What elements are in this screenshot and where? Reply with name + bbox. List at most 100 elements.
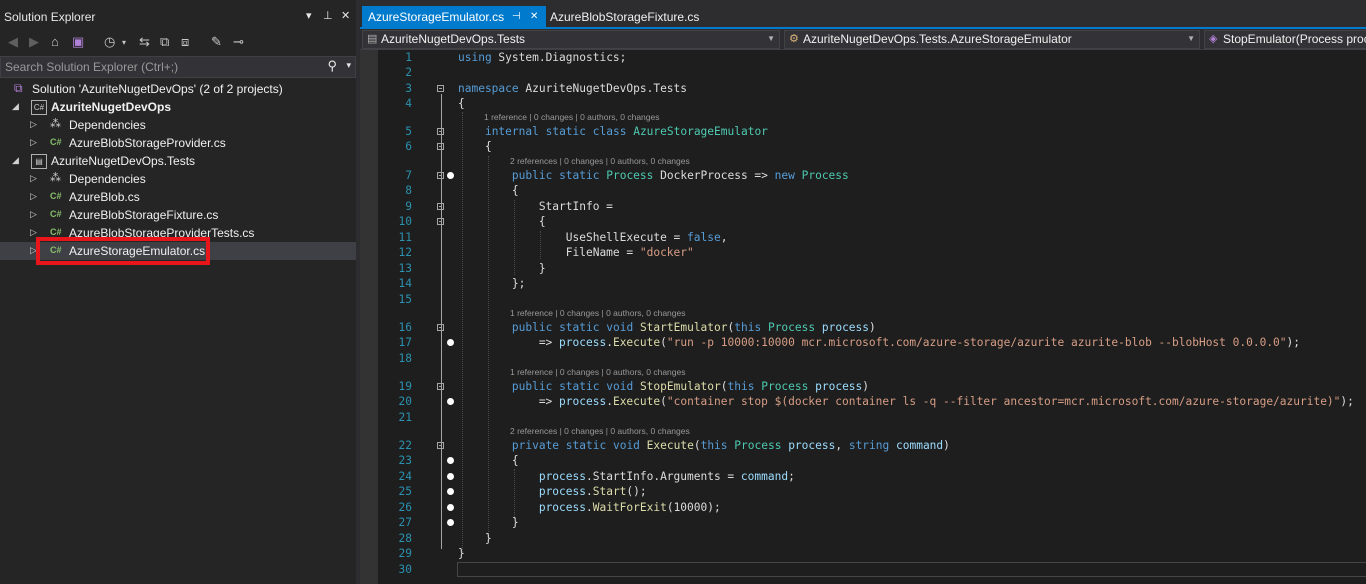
tree-item-label: AzureBlob.cs [69,190,140,204]
collapsed-arrow-icon[interactable]: ▷ [30,137,37,148]
fold-collapse-icon[interactable] [437,172,444,179]
properties-icon[interactable]: ✎ [211,34,222,50]
fold-collapse-icon[interactable] [437,128,444,135]
code-line-29: } [458,547,465,560]
code-line-5: internal static class AzureStorageEmulat… [484,125,768,138]
coverage-dot[interactable] [447,339,454,346]
forward-icon[interactable]: ▶ [29,34,39,50]
switch-views-icon[interactable]: ▣ [72,34,84,50]
tree-item-label: AzureBlobStorageFixture.cs [69,208,219,222]
search-input[interactable] [5,59,325,74]
fold-collapse-icon[interactable] [437,203,444,210]
code-line-6: { [458,140,492,153]
expanded-arrow-icon[interactable]: ◢ [12,101,19,112]
collapsed-arrow-icon[interactable]: ▷ [30,173,37,184]
coverage-dot[interactable] [447,398,454,405]
expanded-arrow-icon[interactable]: ◢ [12,155,19,166]
tree-item-dependencies[interactable]: ▷ ⁂ Dependencies [0,116,356,134]
code-line-17: => process.Execute("run -p 10000:10000 m… [458,336,1301,349]
codelens[interactable]: 2 references | 0 changes | 0 authors, 0 … [510,426,690,437]
coverage-dot[interactable] [447,172,454,179]
line-number: 10 [398,215,412,228]
coverage-dot[interactable] [447,488,454,495]
line-number: 1 [405,51,412,64]
close-icon[interactable]: ✕ [341,9,350,22]
tree-item-label: Dependencies [69,172,146,186]
tree-item-label: AzureBlobStorageProvider.cs [69,136,226,150]
line-number: 16 [398,321,412,334]
code-line-25: process.Start(); [538,485,647,498]
solution-icon: ⧉ [14,81,23,95]
codelens[interactable]: 2 references | 0 changes | 0 authors, 0 … [510,156,690,167]
project-dropdown[interactable]: ▤ AzuriteNugetDevOps.Tests ▼ [362,30,780,49]
tree-item-label: Dependencies [69,118,146,132]
code-line-20: => process.Execute("container stop $(doc… [458,395,1354,408]
line-number: 24 [398,470,412,483]
preview-icon[interactable]: ⊸ [233,34,244,50]
show-all-files-icon[interactable]: ⧈ [181,34,189,50]
search-options-dropdown-icon[interactable]: ▾ [346,60,351,71]
type-dropdown[interactable]: ⚙ AzuriteNugetDevOps.Tests.AzureStorageE… [784,30,1200,49]
coverage-dot[interactable] [447,504,454,511]
coverage-dot[interactable] [447,473,454,480]
fold-collapse-icon[interactable] [437,324,444,331]
tree-item-file[interactable]: ▷ C# AzureBlobStorageFixture.cs [0,206,356,224]
code-editor: AzureStorageEmulator.cs ⊣ ✕ AzureBlobSto… [360,0,1366,584]
codelens[interactable]: 1 reference | 0 changes | 0 authors, 0 c… [484,112,659,123]
chevron-down-icon: ▼ [1187,34,1195,43]
line-number: 3 [405,82,412,95]
pin-icon[interactable]: ⊥ [323,9,333,22]
fold-collapse-icon[interactable] [437,218,444,225]
coverage-dot[interactable] [447,457,454,464]
code-line-24: process.StartInfo.Arguments = command; [538,470,795,483]
indicator-margin[interactable] [360,50,378,584]
tree-item-file[interactable]: ▷ C# AzureBlobStorageProvider.cs [0,134,356,152]
solution-explorer-panel: Solution Explorer ▾ ⊥ ✕ ◀ ▶ ⌂ ▣ ◷ ▾ ⇆ ⧉ … [0,0,356,584]
sync-icon[interactable]: ⇆ [139,34,150,50]
line-number: 25 [398,485,412,498]
line-number: 20 [398,395,412,408]
member-dropdown[interactable]: ◈ StopEmulator(Process process) [1204,30,1366,49]
tab-label: AzureBlobStorageFixture.cs [550,10,700,24]
dependencies-icon: ⁂ [50,172,61,184]
pin-icon[interactable]: ⊣ [512,6,521,28]
codelens[interactable]: 1 reference | 0 changes | 0 authors, 0 c… [510,308,685,319]
window-position-dropdown-icon[interactable]: ▾ [306,9,312,22]
tree-item-dependencies[interactable]: ▷ ⁂ Dependencies [0,170,356,188]
solution-explorer-header: Solution Explorer ▾ ⊥ ✕ [0,7,356,27]
fold-collapse-icon[interactable] [437,143,444,150]
tree-item-project[interactable]: ◢ ▤ AzuriteNugetDevOps.Tests [0,152,356,170]
code-area[interactable]: 1 2 3 4 5 6 7 8 9 10 11 12 13 14 15 16 1… [380,50,1366,584]
member-dropdown-value: StopEmulator(Process process) [1223,32,1366,46]
line-number: 8 [405,184,412,197]
tab-azureblobstoragefixture[interactable]: AzureBlobStorageFixture.cs [550,6,699,28]
collapsed-arrow-icon[interactable]: ▷ [30,209,37,220]
code-line-4: { [458,97,465,110]
fold-collapse-icon[interactable] [437,442,444,449]
line-number: 15 [398,293,412,306]
tree-item-project[interactable]: ◢ C# AzuriteNugetDevOps [0,98,356,116]
tab-azurestorageemulator[interactable]: AzureStorageEmulator.cs ⊣ ✕ [362,6,546,28]
code-line-10: { [458,215,546,228]
line-number: 9 [405,200,412,213]
line-number: 11 [398,231,412,244]
fold-collapse-icon[interactable] [437,85,444,92]
back-icon[interactable]: ◀ [8,34,18,50]
history-dropdown-icon[interactable]: ▾ [122,38,126,47]
search-icon[interactable]: ⚲ [327,58,337,74]
collapsed-arrow-icon[interactable]: ▷ [30,191,37,202]
home-icon[interactable]: ⌂ [51,34,59,49]
close-icon[interactable]: ✕ [530,6,538,28]
collapse-all-icon[interactable]: ⧉ [160,34,169,50]
collapsed-arrow-icon[interactable]: ▷ [30,119,37,130]
codelens[interactable]: 1 reference | 0 changes | 0 authors, 0 c… [510,367,685,378]
tree-item-file[interactable]: ▷ C# AzureBlob.cs [0,188,356,206]
solution-explorer-toolbar: ◀ ▶ ⌂ ▣ ◷ ▾ ⇆ ⧉ ⧈ ✎ ⊸ [0,31,356,55]
tree-item-solution[interactable]: ⧉ Solution 'AzuriteNugetDevOps' (2 of 2 … [0,80,356,98]
line-number: 23 [398,454,412,467]
history-icon[interactable]: ◷ [104,34,115,50]
fold-collapse-icon[interactable] [437,383,444,390]
line-number: 4 [405,97,412,110]
coverage-dot[interactable] [447,519,454,526]
test-project-icon: ▤ [31,154,47,169]
